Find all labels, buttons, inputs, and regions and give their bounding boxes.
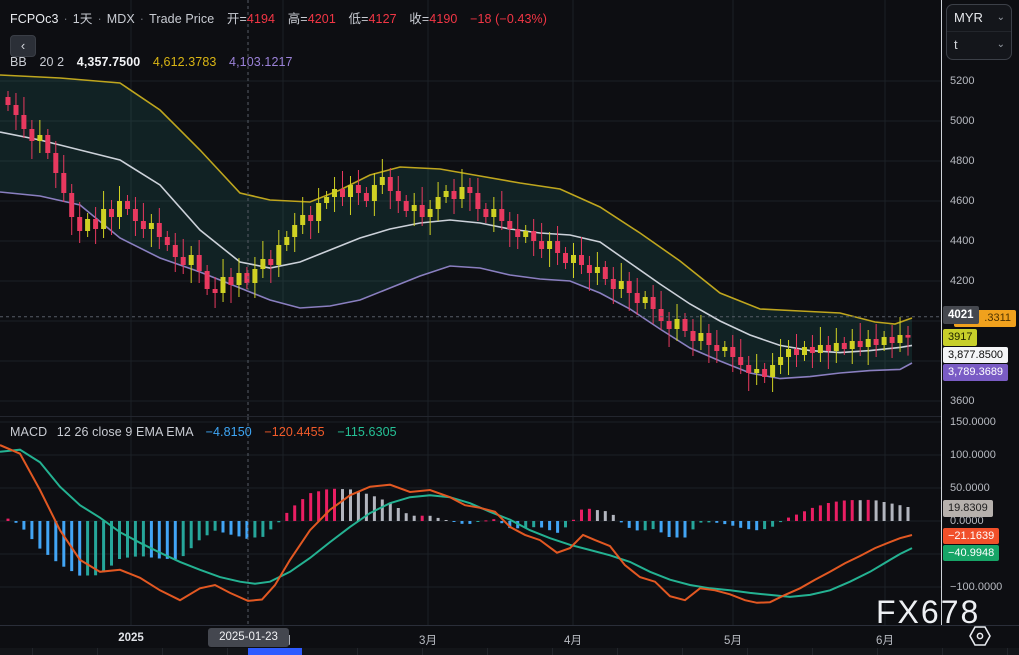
open-label: 开= [227,12,247,26]
bottom-scrollbar-strip[interactable] [0,648,1019,655]
macd-pane[interactable] [0,417,941,625]
exchange-label: MDX [107,12,135,26]
macd-signal-badge: −40.9948 [943,545,999,561]
macd-hist-value: −4.8150 [206,425,252,439]
macd-legend[interactable]: MACD 12 26 close 9 EMA EMA −4.8150 −120.… [10,425,397,439]
interval-label[interactable]: 1天 [73,12,93,26]
unit-value: t [954,37,958,52]
macd-name: MACD [10,425,47,439]
last-price-badge: 3917 [943,329,977,346]
bb-params: 20 2 [39,55,64,69]
time-axis-label: 2025 [118,632,144,644]
unit-select[interactable]: t ⌄ [947,31,1011,58]
bb-upper-value: 4,612.3783 [153,55,217,69]
price-tick: 4400 [950,235,974,247]
close-value: 4190 [429,12,457,26]
macd-hist-badge: 19.8309 [943,500,993,517]
price-tick: 4200 [950,275,974,287]
series-type-label: Trade Price [149,12,214,26]
macd-line-value: −120.4455 [264,425,324,439]
change-value: −18 (−0.43%) [470,12,547,26]
price-tick: 5000 [950,115,974,127]
symbol-legend[interactable]: FCPOc3·1天·MDX·Trade Price 开=4194 高=4201 … [10,8,547,27]
unit-selector[interactable]: MYR ⌄ t ⌄ [946,4,1012,60]
currency-value: MYR [954,10,983,25]
symbol-name[interactable]: FCPOc3 [10,12,59,26]
bb-lower-value: 4,103.1217 [229,55,293,69]
bb-legend[interactable]: BB 20 2 4,357.7500 4,612.3783 4,103.1217 [10,55,293,69]
time-axis-label: 4月 [564,632,582,648]
macd-line-badge: −21.1639 [943,528,999,544]
back-button[interactable]: ‹ [10,35,36,57]
crosshair-date-tooltip: 2025-01-23 [208,628,289,647]
fx678-watermark: FX678 [876,594,980,631]
chevron-down-icon: ⌄ [997,32,1005,58]
macd-tick: 50.0000 [950,482,990,494]
price-tick: 5200 [950,75,974,87]
chart-root: FCPOc3·1天·MDX·Trade Price 开=4194 高=4201 … [0,0,1019,655]
price-scale-border [941,0,942,655]
time-axis[interactable]: 20252月3月4月5月6月 2025-01-23 [0,625,1019,649]
macd-tick: 100.0000 [950,449,996,461]
bb-name: BB [10,55,27,69]
macd-signal-value: −115.6305 [337,425,396,439]
bb-basis-badge: 3,877.8500 [943,347,1008,363]
price-tick: 3600 [950,395,974,407]
time-axis-label: 6月 [876,632,894,648]
macd-params: 12 26 close 9 EMA EMA [57,425,193,439]
price-tick: 4600 [950,195,974,207]
low-label: 低= [348,12,368,26]
chevron-down-icon: ⌄ [997,5,1005,31]
low-value: 4127 [368,12,396,26]
high-value: 4201 [308,12,336,26]
time-axis-label: 3月 [419,632,437,648]
bb-basis-value: 4,357.7500 [77,55,141,69]
close-label: 收= [409,12,429,26]
price-tick: 4800 [950,155,974,167]
scrollbar-highlight[interactable] [248,648,302,655]
open-value: 4194 [247,12,275,26]
crosshair-price-badge: 4021 [943,306,979,324]
macd-tick: 150.0000 [950,416,996,428]
fx678-hexagon-icon [968,625,992,647]
time-axis-label: 5月 [724,632,742,648]
macd-tick: −100.0000 [950,581,1002,593]
chevron-left-icon: ‹ [21,38,25,53]
high-label: 高= [288,12,308,26]
currency-select[interactable]: MYR ⌄ [947,5,1011,31]
pane-divider[interactable] [0,416,941,417]
bb-lower-badge: 3,789.3689 [943,364,1008,381]
